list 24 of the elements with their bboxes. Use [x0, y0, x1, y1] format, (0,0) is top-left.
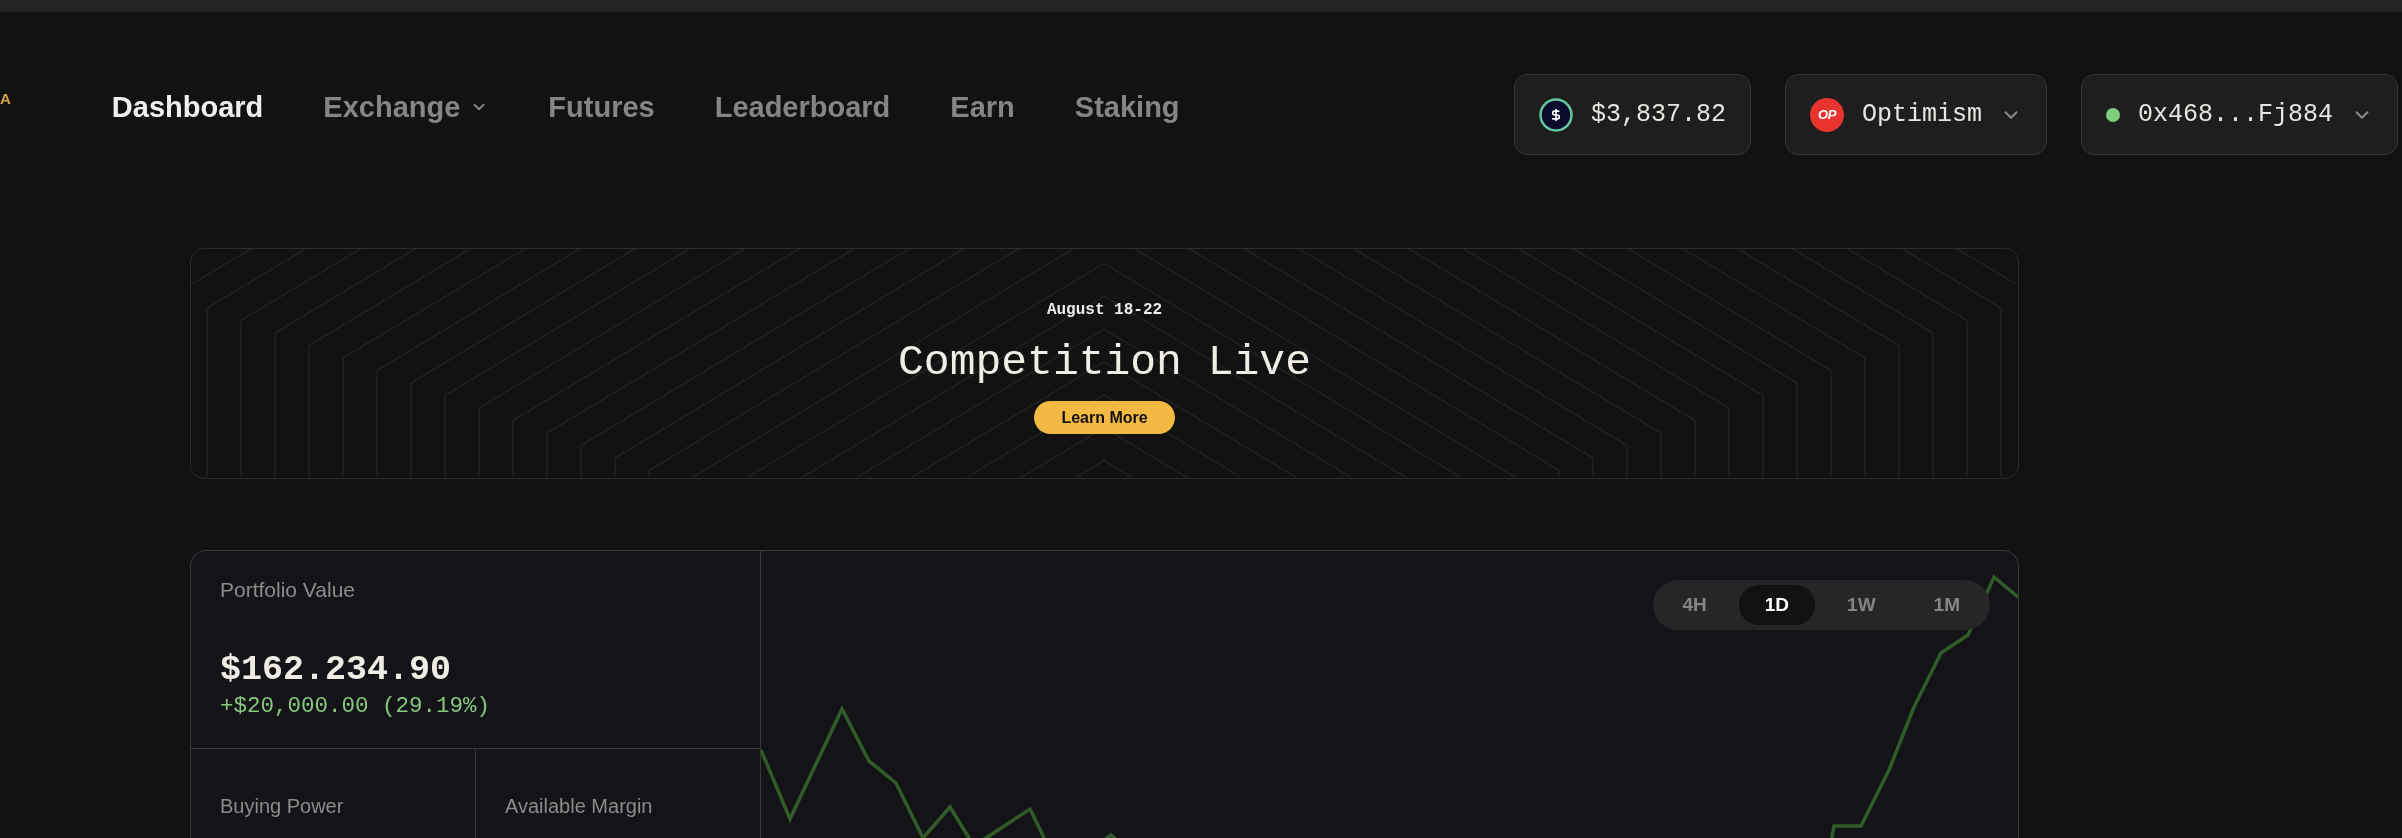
- dollar-coin-icon: [1538, 97, 1573, 132]
- range-tab[interactable]: 1M: [1907, 585, 1986, 625]
- wallet-button[interactable]: 0x468...Fj884: [2080, 74, 2398, 155]
- nav-link[interactable]: Dashboard: [111, 90, 264, 124]
- stat-label: Available Margin: [505, 794, 653, 819]
- stat-label: Buying Power: [220, 794, 344, 819]
- range-tab[interactable]: 4H: [1656, 585, 1733, 625]
- portfolio-change: +$20,000.00 (29.19%): [220, 692, 491, 720]
- banner-date: August 18-22: [1046, 300, 1163, 320]
- range-tab[interactable]: 1D: [1738, 585, 1816, 625]
- portfolio-label: Portfolio Value: [220, 577, 356, 603]
- network-logo: OP: [1809, 97, 1844, 132]
- nav-link[interactable]: Leaderboard: [714, 90, 891, 124]
- portfolio-value: $162.234.90: [220, 649, 452, 691]
- network-selector[interactable]: OP Optimism: [1784, 74, 2047, 155]
- logo-text[interactable]: A: [0, 90, 11, 108]
- nav-link[interactable]: Exchange: [323, 90, 489, 124]
- balance-button[interactable]: $3,837.82: [1513, 74, 1751, 155]
- nav-link[interactable]: Earn: [950, 90, 1015, 124]
- nav-link[interactable]: Futures: [548, 90, 655, 124]
- banner-title: Competition Live: [898, 338, 1311, 388]
- range-tab[interactable]: 1W: [1821, 585, 1902, 625]
- nav-link[interactable]: Staking: [1074, 90, 1180, 124]
- learn-more-button[interactable]: Learn More: [1034, 401, 1175, 434]
